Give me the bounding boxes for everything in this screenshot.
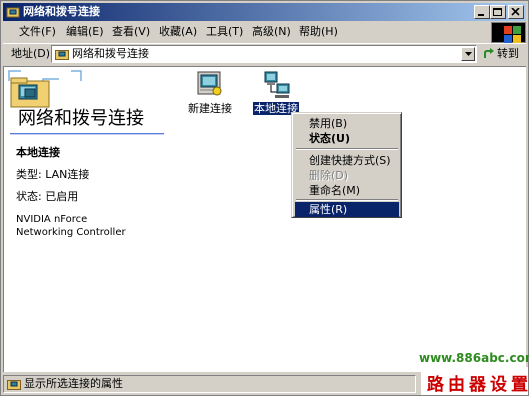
address-value: 网络和拨号连接	[72, 47, 149, 60]
windows-logo-throbber	[491, 22, 526, 43]
connection-type: 类型: LAN连接	[16, 168, 90, 181]
menu-help[interactable]: 帮助(H)	[299, 24, 338, 40]
context-menu: 禁用(B) 状态(U) 创建快捷方式(S) 删除(D) 重命名(M) 属性(R)	[291, 112, 402, 218]
maximize-button[interactable]	[490, 5, 506, 19]
network-folder-icon	[7, 378, 21, 390]
maximize-icon	[493, 8, 502, 16]
address-label: 地址(D)	[11, 47, 51, 60]
address-dropdown-button[interactable]	[461, 47, 475, 61]
close-button[interactable]	[508, 5, 524, 19]
menu-view[interactable]: 查看(V)	[112, 24, 150, 40]
windows-logo-icon	[504, 26, 512, 34]
minimize-button[interactable]	[474, 5, 490, 19]
lan-connection-item[interactable]: 本地连接	[248, 70, 304, 118]
go-arrow-icon	[484, 48, 494, 58]
device-name: NVIDIA nForce Networking Controller	[16, 214, 126, 238]
folder-title: 网络和拨号连接	[18, 108, 144, 129]
window-title: 网络和拨号连接	[23, 5, 100, 18]
context-separator	[296, 199, 398, 201]
status-text: 显示所选连接的属性	[24, 377, 123, 390]
title-divider-shadow	[10, 134, 164, 135]
watermark-name-box: 路由器设置	[421, 367, 528, 395]
windows-logo-quadrant	[504, 35, 512, 43]
new-connection-item[interactable]: 新建连接	[182, 70, 238, 118]
title-bar[interactable]: 网络和拨号连接	[3, 3, 526, 21]
network-folder-icon	[6, 5, 20, 19]
close-icon	[511, 8, 520, 16]
windows-logo-quadrant	[513, 35, 521, 43]
go-button[interactable]: 转到	[481, 45, 525, 63]
menu-advanced[interactable]: 高级(N)	[252, 24, 291, 40]
watermark-name: 路由器设置	[427, 375, 529, 395]
menu-file[interactable]: 文件(F)	[19, 24, 56, 40]
connection-status: 状态: 已启用	[16, 190, 79, 203]
lan-connection-icon	[264, 71, 290, 98]
context-status[interactable]: 状态(U)	[295, 131, 399, 146]
minimize-icon	[478, 14, 484, 16]
selected-connection-name: 本地连接	[16, 146, 60, 159]
windows-logo-quadrant	[513, 26, 521, 34]
new-connection-icon	[197, 71, 222, 96]
network-folder-icon	[55, 48, 69, 60]
context-properties[interactable]: 属性(R)	[295, 202, 399, 217]
context-create-shortcut[interactable]: 创建快捷方式(S)	[295, 153, 399, 168]
new-connection-label-text: 新建连接	[188, 102, 232, 115]
status-field: 显示所选连接的属性	[3, 375, 416, 393]
menu-tools[interactable]: 工具(T)	[206, 24, 243, 40]
menu-bar: 文件(F) 编辑(E) 查看(V) 收藏(A) 工具(T) 高级(N) 帮助(H…	[3, 22, 488, 42]
context-rename[interactable]: 重命名(M)	[295, 183, 399, 198]
address-bar: 地址(D) 网络和拨号连接 转到	[3, 43, 526, 65]
menu-edit[interactable]: 编辑(E)	[66, 24, 104, 40]
context-delete: 删除(D)	[309, 169, 349, 182]
content-area: 网络和拨号连接 本地连接 类型: LAN连接 状态: 已启用 NVIDIA nF…	[3, 66, 526, 372]
explorer-window: 网络和拨号连接 文件(F) 编辑(E) 查看(V) 收藏(A) 工具(T) 高级…	[0, 0, 529, 396]
context-disable[interactable]: 禁用(B)	[295, 116, 399, 131]
new-connection-label: 新建连接	[182, 102, 238, 115]
menu-favorites[interactable]: 收藏(A)	[159, 24, 197, 40]
chevron-down-icon	[465, 52, 472, 56]
context-separator	[296, 148, 398, 150]
network-connections-banner-icon	[8, 70, 82, 108]
address-input[interactable]: 网络和拨号连接	[51, 45, 477, 63]
go-label: 转到	[497, 47, 519, 60]
watermark-url: www.886abc.com	[419, 351, 529, 365]
